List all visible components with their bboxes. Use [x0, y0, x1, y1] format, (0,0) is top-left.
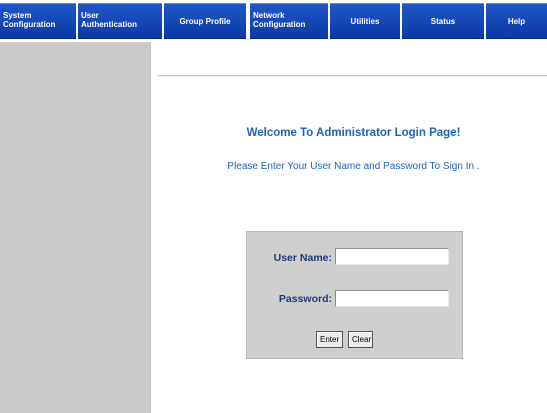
nav-tab-label-line1: Network: [253, 11, 285, 20]
password-label: Password:: [278, 293, 332, 305]
nav-tab-group-profile[interactable]: Group Profile: [164, 3, 246, 39]
left-sidebar: [0, 42, 151, 413]
nav-tab-label: Group Profile: [179, 17, 231, 26]
welcome-subtitle: Please Enter Your User Name and Password…: [227, 161, 480, 172]
password-input[interactable]: [335, 290, 449, 307]
username-label: User Name:: [273, 252, 332, 264]
welcome-title: Welcome To Administrator Login Page!: [246, 127, 461, 139]
nav-tab-label: Help: [507, 17, 526, 26]
nav-tab-label: Status: [430, 17, 456, 26]
nav-tab-label-line2: Configuration: [253, 20, 306, 29]
nav-tab-label-line2: Authentication: [81, 20, 137, 29]
nav-tab-status[interactable]: Status: [402, 3, 484, 39]
nav-tab-utilities[interactable]: Utilities: [330, 3, 400, 39]
top-navigation-bar: System Configuration User Authentication…: [0, 0, 547, 42]
nav-tab-label: Utilities: [350, 17, 380, 26]
nav-tab-label-line2: Configuration: [3, 20, 56, 29]
login-form-panel: User Name: Password: Enter Clear: [246, 231, 463, 359]
nav-tab-label-line1: User: [81, 11, 99, 20]
username-input[interactable]: [335, 248, 449, 265]
nav-tab-help[interactable]: Help: [486, 3, 547, 39]
nav-tab-network-configuration[interactable]: Network Configuration: [250, 3, 328, 39]
clear-button[interactable]: Clear: [348, 331, 373, 348]
page: System Configuration User Authentication…: [0, 0, 547, 413]
nav-tab-label-line1: System: [3, 11, 32, 20]
nav-tab-user-authentication[interactable]: User Authentication: [78, 3, 162, 39]
horizontal-divider: [158, 75, 547, 77]
enter-button[interactable]: Enter: [316, 331, 343, 348]
nav-tab-system-configuration[interactable]: System Configuration: [0, 3, 76, 39]
